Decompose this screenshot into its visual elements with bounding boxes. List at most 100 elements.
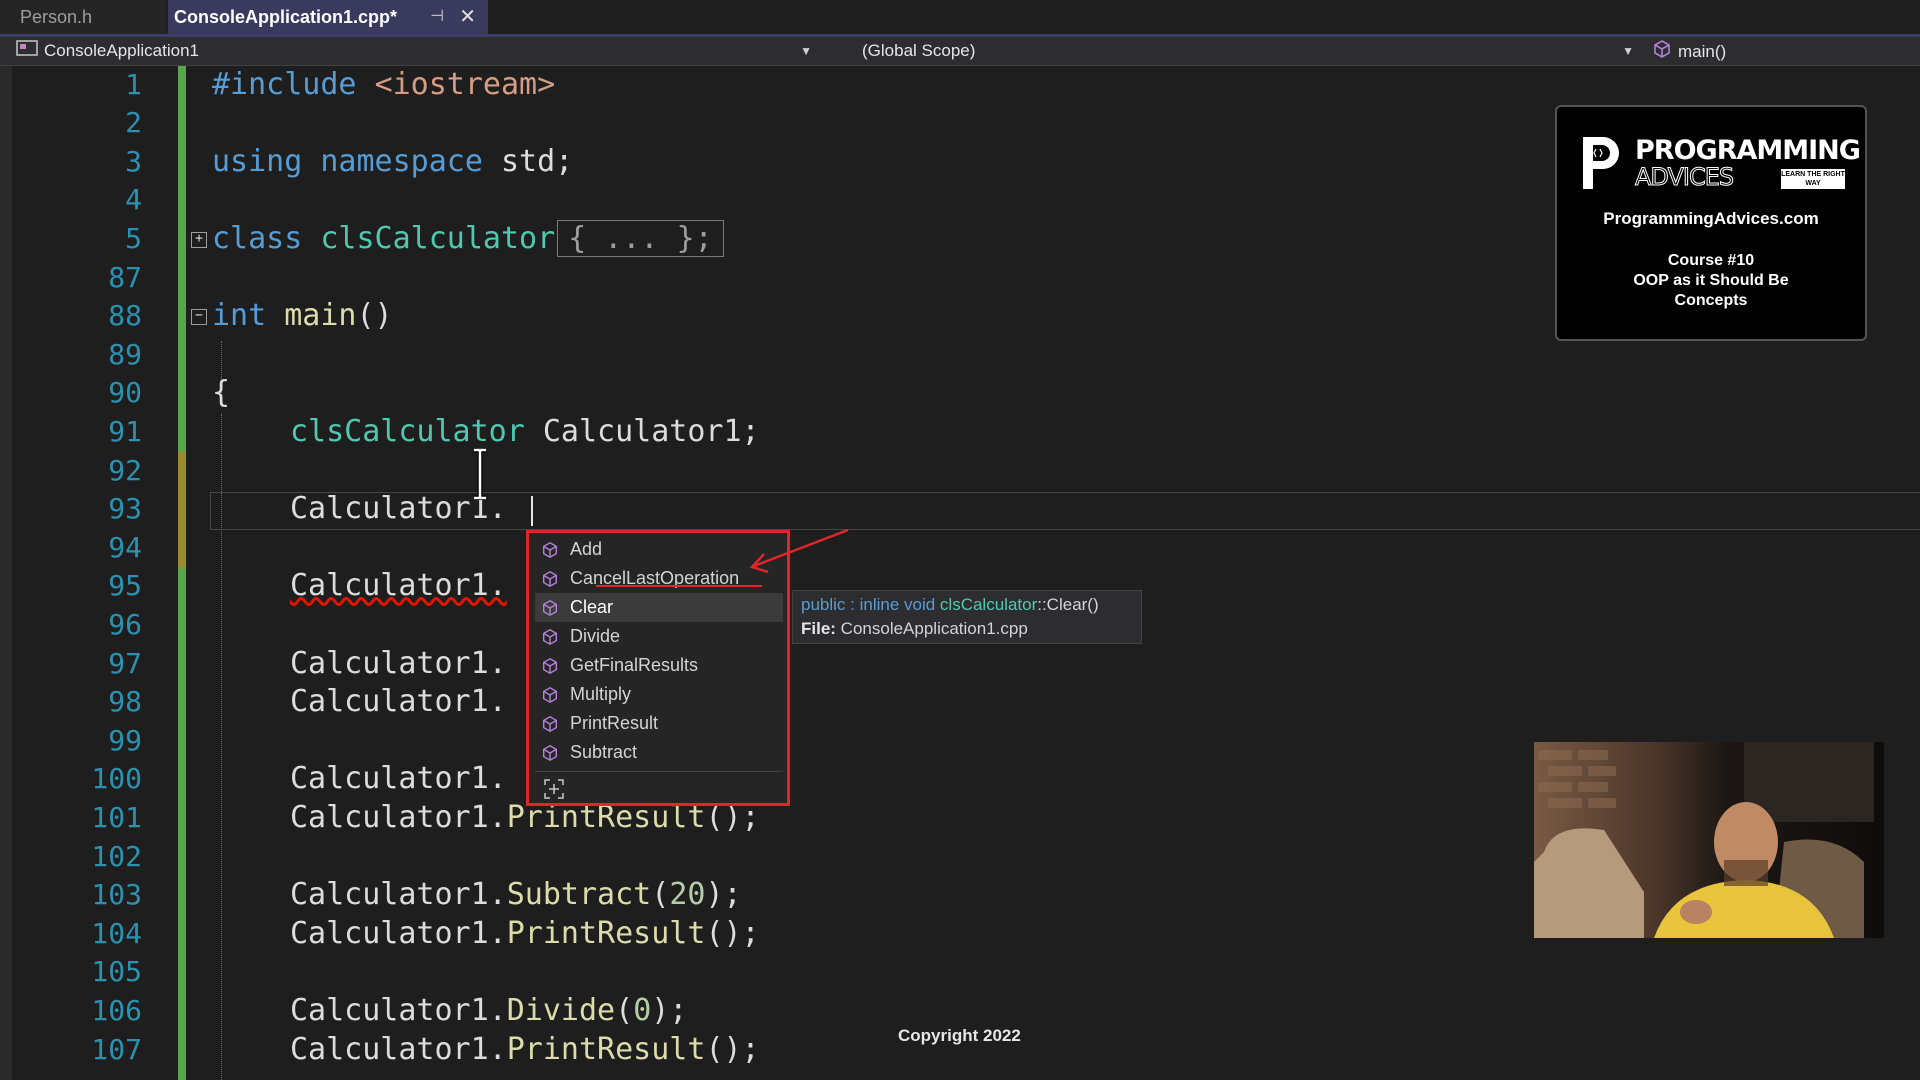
completion-label: CancelLastOperation (570, 568, 740, 588)
collapse-region-icon[interactable]: − (191, 309, 207, 325)
member-dropdown[interactable]: main() (1652, 39, 1912, 63)
method-call: Subtract (506, 877, 652, 912)
line-number: 106 (91, 994, 142, 1027)
member-access: Calculator1. (290, 877, 507, 912)
website-url: ProgrammingAdvices.com (1603, 209, 1819, 228)
member-access: Calculator1. (290, 800, 507, 835)
code-line-97: Calculator1. (290, 645, 507, 683)
change-indicator-saved (178, 568, 186, 1080)
line-number: 97 (108, 647, 142, 680)
chevron-down-icon: ▼ (800, 44, 812, 58)
method-call: Divide (506, 993, 616, 1028)
include-path: <iostream> (374, 67, 556, 102)
logo-line-2: ADVICES (1634, 163, 1734, 192)
method-icon (542, 657, 558, 675)
code-line-88: int main() (212, 297, 393, 335)
call-parens: (); (705, 1032, 760, 1067)
line-number: 104 (91, 917, 142, 950)
line-number: 89 (108, 338, 142, 371)
completion-item-subtract[interactable]: Subtract (535, 738, 783, 767)
completion-item-clear[interactable]: Clear (535, 593, 783, 622)
course-subtitle: Concepts (1674, 292, 1748, 309)
access-modifier: public (801, 595, 846, 614)
tab-person-h[interactable]: Person.h (0, 0, 166, 34)
member-name: main() (1678, 41, 1727, 61)
line-number: 1 (125, 68, 142, 101)
presenter-video-image (1534, 742, 1884, 938)
expand-region-icon[interactable]: + (191, 232, 207, 248)
completion-item-printresult[interactable]: PrintResult (535, 709, 783, 738)
project-icon (16, 39, 38, 64)
code-line-104: Calculator1.PrintResult(); (290, 915, 760, 953)
method-call: PrintResult (506, 1032, 706, 1067)
line-number: 96 (108, 608, 142, 641)
completion-label: Subtract (570, 742, 638, 762)
method-icon (542, 686, 558, 704)
type-name: clsCalculator (290, 414, 525, 449)
popup-divider (535, 771, 783, 772)
numeric-literal: 20 (669, 877, 706, 912)
code-line-5: class clsCalculator{ ... }; (212, 220, 724, 258)
line-number: 88 (108, 299, 142, 332)
copyright-text: Copyright 2022 (898, 1026, 1021, 1045)
completion-label: PrintResult (570, 713, 659, 733)
logo-p-icon (1583, 137, 1619, 189)
code-line-91: clsCalculator Calculator1; (290, 413, 760, 451)
signature-class: clsCalculator (939, 595, 1038, 614)
quick-info-tooltip: public : inline void clsCalculator::Clea… (792, 590, 1142, 644)
method-icon (542, 570, 558, 588)
completion-label: Multiply (570, 684, 632, 704)
namespace-std: std; (482, 144, 574, 179)
pin-icon[interactable]: ⊣ (430, 0, 444, 34)
completion-label: Clear (570, 597, 614, 617)
course-title: OOP as it Should Be (1633, 272, 1789, 289)
line-number: 2 (125, 106, 142, 139)
member-access: Calculator1. (290, 646, 507, 681)
scope-dropdown[interactable]: (Global Scope) ▼ (830, 39, 1638, 63)
line-number: 90 (108, 376, 142, 409)
keyword-namespace: namespace (320, 144, 483, 179)
document-tab-bar: Person.h ConsoleApplication1.cpp* ⊣ ✕ (0, 0, 1920, 37)
line-number: 107 (91, 1033, 142, 1066)
completion-item-multiply[interactable]: Multiply (535, 680, 783, 709)
code-line-106: Calculator1.Divide(0); (290, 992, 687, 1030)
line-number: 94 (108, 531, 142, 564)
intellisense-filter-icon[interactable] (543, 778, 565, 800)
method-signature: public : inline void clsCalculator::Clea… (801, 595, 1133, 615)
project-dropdown[interactable]: ConsoleApplication1 ▼ (16, 39, 816, 63)
line-number: 100 (91, 762, 142, 795)
text-cursor-icon (474, 448, 486, 500)
completion-item-divide[interactable]: Divide (535, 622, 783, 651)
project-name: ConsoleApplication1 (44, 41, 199, 60)
completion-item-getfinalresults[interactable]: GetFinalResults (535, 651, 783, 680)
tab-label: Person.h (20, 7, 93, 27)
code-line-100: Calculator1. (290, 760, 507, 798)
logo: PROGRAMMING ADVICES LEARN THE RIGHT WAY (1577, 133, 1861, 193)
editor-margin (0, 66, 12, 1080)
line-number: 91 (108, 415, 142, 448)
collapsed-region[interactable]: { ... }; (557, 220, 724, 257)
method-icon (542, 628, 558, 646)
annotation-underline (596, 585, 762, 587)
open-brace: { (212, 375, 231, 410)
keyword-using: using (212, 144, 303, 179)
member-access: Calculator1. (290, 684, 507, 719)
change-indicator-unsaved (178, 452, 186, 568)
navigation-bar: ConsoleApplication1 ▼ (Global Scope) ▼ m… (0, 37, 1920, 66)
line-number: 99 (108, 724, 142, 757)
change-indicator-saved (178, 66, 186, 452)
line-number: 101 (91, 801, 142, 834)
method-icon (1652, 39, 1672, 66)
course-info: Course #10 OOP as it Should Be Concepts (1557, 251, 1865, 311)
method-icon (542, 715, 558, 733)
close-paren: ); (705, 877, 742, 912)
text-caret (531, 496, 533, 526)
tab-consoleapplication1-cpp[interactable]: ConsoleApplication1.cpp* ⊣ ✕ (168, 0, 488, 34)
line-number: 5 (125, 222, 142, 255)
close-icon[interactable]: ✕ (459, 0, 476, 34)
function-main: main (284, 298, 357, 333)
parens: () (356, 298, 393, 333)
completion-label: Add (570, 539, 603, 559)
completion-label: Divide (570, 626, 621, 646)
line-number: 95 (108, 569, 142, 602)
